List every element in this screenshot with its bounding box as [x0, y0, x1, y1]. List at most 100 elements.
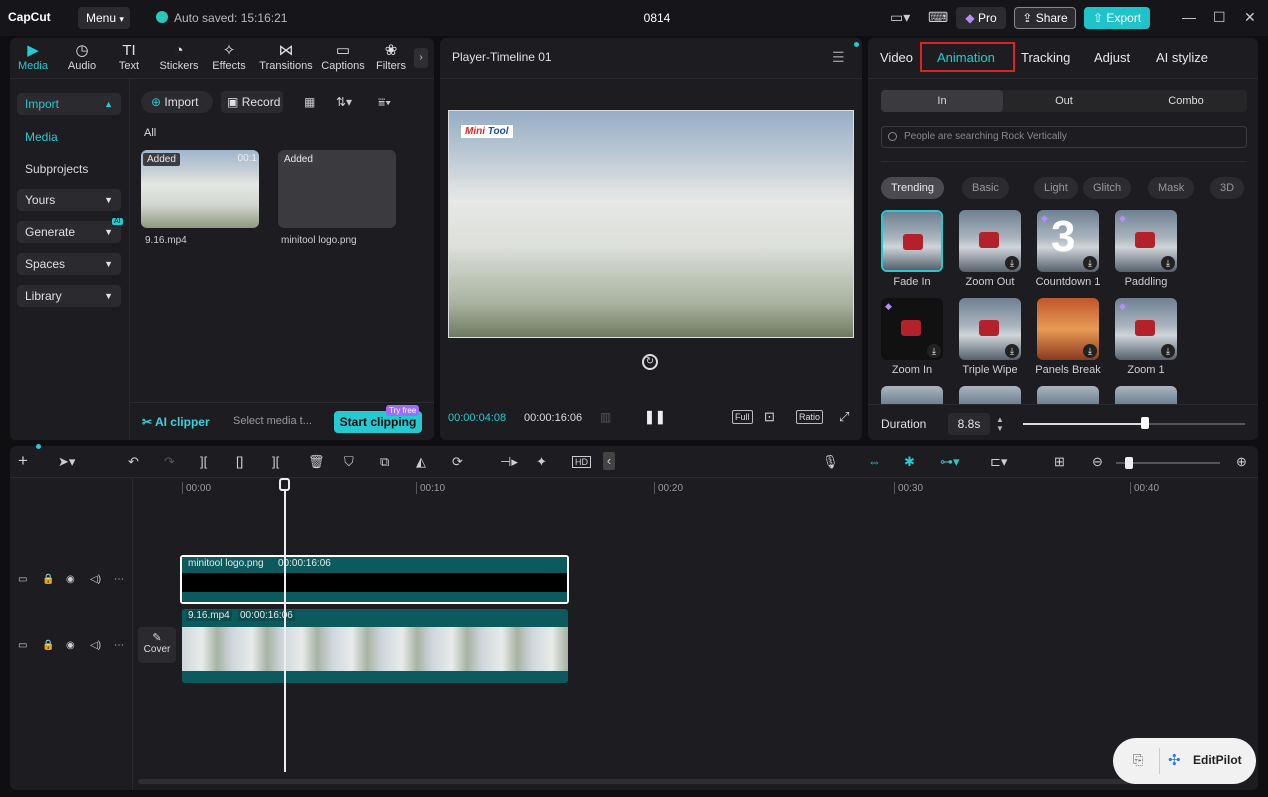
share-button[interactable]: ⇪ Share	[1014, 7, 1076, 29]
ratio-button[interactable]: Ratio	[796, 410, 824, 424]
mirror-icon[interactable]: ◭	[416, 454, 426, 470]
chip-mask[interactable]: Mask	[1148, 177, 1195, 199]
snap-icon[interactable]: ✱	[904, 454, 915, 470]
microphone-icon[interactable]: 🎙	[822, 454, 839, 470]
redo-icon[interactable]: ↷	[164, 454, 175, 470]
tab-ai-stylize[interactable]: AI stylize	[1156, 50, 1208, 65]
hamburger-menu-icon[interactable]: ☰	[832, 49, 845, 66]
marker-icon[interactable]: ⛉	[344, 454, 354, 470]
animation-card-triple-wipe[interactable]: ⤓	[959, 298, 1021, 360]
sidebar-item-import[interactable]: Import ▲	[17, 93, 121, 115]
duration-input[interactable]: 8.8s	[948, 413, 990, 435]
download-icon[interactable]: ⤓	[1161, 344, 1175, 358]
chip-3d[interactable]: 3D	[1210, 177, 1245, 199]
link-clips-icon[interactable]: ⇔	[868, 454, 881, 469]
sidebar-item-spaces[interactable]: Spaces ▼	[17, 253, 121, 275]
record-button[interactable]: ▣ Record	[221, 91, 283, 113]
media-item-video[interactable]: Added 00:1	[141, 150, 259, 228]
chip-basic[interactable]: Basic	[962, 177, 1009, 199]
preview-axis-icon[interactable]: ⊞	[1054, 454, 1065, 470]
tab-effects[interactable]: ✧ Effects	[206, 42, 252, 76]
rotate-icon[interactable]: ⟳	[452, 454, 463, 470]
freeze-icon[interactable]: ⊣▸	[500, 454, 518, 470]
playhead[interactable]	[284, 482, 286, 772]
tab-adjust[interactable]: Adjust	[1094, 50, 1130, 65]
add-icon[interactable]: +	[18, 451, 28, 471]
tab-text[interactable]: TI Text	[106, 42, 152, 76]
maximize-icon[interactable]: ☐	[1213, 9, 1226, 26]
import-button[interactable]: ⊕ Import	[141, 91, 213, 113]
animation-card-partial[interactable]	[959, 386, 1021, 404]
sidebar-item-subprojects[interactable]: Subprojects	[25, 162, 88, 176]
animation-card-panels-break[interactable]: ⤓	[1037, 298, 1099, 360]
menu-button[interactable]: Menu ▾	[78, 7, 130, 29]
animation-card-zoom-in[interactable]: ⤓ ◆	[881, 298, 943, 360]
download-icon[interactable]: ⤓	[1005, 256, 1019, 270]
tab-audio[interactable]: ◷ Audio	[58, 42, 106, 76]
zoom-slider-handle[interactable]	[1125, 457, 1133, 469]
feedback-icon[interactable]: ⎘	[1133, 752, 1143, 768]
animation-card-fade-in[interactable]	[881, 210, 943, 272]
volume-icon[interactable]: ◁)	[90, 640, 101, 651]
sort-icon[interactable]: ⇅▾	[336, 95, 352, 109]
layout-icon[interactable]: ▭▾	[890, 9, 910, 26]
eye-icon[interactable]: ◉	[66, 640, 75, 651]
more-icon[interactable]: ⋯	[114, 574, 124, 585]
pro-button[interactable]: ◆ Pro	[956, 7, 1006, 29]
eye-icon[interactable]: ◉	[66, 574, 75, 585]
zoom-in-icon[interactable]: ⊕	[1236, 454, 1247, 470]
volume-icon[interactable]: ◁)	[90, 574, 101, 585]
project-title[interactable]: 0814	[610, 11, 704, 25]
sidebar-item-library[interactable]: Library ▼	[17, 285, 121, 307]
chevron-left-icon[interactable]: ‹	[603, 452, 615, 470]
tab-media[interactable]: ▶ Media	[10, 42, 56, 76]
editpilot-widget[interactable]: ⎘ ✣ EditPilot	[1113, 738, 1256, 784]
chevron-right-icon[interactable]: ›	[414, 48, 428, 68]
sidebar-item-generate[interactable]: Generate ▼	[17, 221, 121, 243]
tab-video[interactable]: Video	[880, 50, 913, 65]
waveform-icon[interactable]: ▥	[600, 410, 611, 424]
tab-filters[interactable]: ❀ Filters	[368, 42, 414, 76]
lock-icon[interactable]: 🔒	[42, 640, 54, 651]
clip-logo-image[interactable]: minitool logo.png 00:00:16:06	[180, 555, 569, 604]
undo-icon[interactable]: ↶	[128, 454, 139, 470]
animation-card-partial[interactable]	[1037, 386, 1099, 404]
segment-out[interactable]: Out	[1003, 90, 1125, 112]
download-icon[interactable]: ⤓	[1083, 344, 1097, 358]
cursor-select-icon[interactable]: ➤▾	[58, 454, 75, 470]
zoom-fit-icon[interactable]: ⊡	[764, 409, 775, 425]
ai-clipper-label[interactable]: ✂ AI clipper	[142, 415, 210, 429]
rotate-icon[interactable]: ↻	[642, 354, 658, 370]
segment-combo[interactable]: Combo	[1125, 90, 1247, 112]
tab-animation[interactable]: Animation	[937, 50, 995, 65]
media-item-image[interactable]: Added	[278, 150, 396, 228]
close-icon[interactable]: ✕	[1244, 9, 1256, 26]
minimize-icon[interactable]: —	[1182, 9, 1196, 25]
download-icon[interactable]: ⤓	[1005, 344, 1019, 358]
keyboard-icon[interactable]: ⌨	[928, 9, 948, 26]
hd-button[interactable]: HD	[572, 456, 591, 468]
segment-in[interactable]: In	[881, 90, 1003, 112]
split-screen-icon[interactable]: ⊏▾	[990, 454, 1007, 470]
playhead-handle[interactable]	[279, 478, 290, 491]
pause-icon[interactable]: ❚❚	[644, 409, 666, 425]
chip-trending[interactable]: Trending	[881, 177, 945, 199]
horizontal-scrollbar[interactable]	[138, 779, 1238, 784]
split-left-icon[interactable]: []	[236, 454, 243, 469]
grid-view-icon[interactable]: ▦	[304, 95, 315, 109]
animation-card-zoom-1[interactable]: ⤓ ◆	[1115, 298, 1177, 360]
download-icon[interactable]: ⤓	[1083, 256, 1097, 270]
sidebar-item-media[interactable]: Media	[25, 130, 58, 144]
full-button[interactable]: Full	[732, 410, 753, 424]
chip-glitch[interactable]: Glitch	[1083, 177, 1132, 199]
animation-card-paddling[interactable]: ⤓ ◆	[1115, 210, 1177, 272]
export-button[interactable]: ⇧ Export	[1084, 7, 1150, 29]
crop-icon[interactable]: ⧉	[380, 454, 389, 470]
tab-stickers[interactable]: ◔ Stickers	[154, 42, 204, 76]
more-icon[interactable]: ⋯	[114, 640, 124, 651]
stepper-icon[interactable]: ▲ ▼	[996, 415, 1004, 433]
filter-icon[interactable]: ⩸▾	[378, 95, 391, 110]
cover-button[interactable]: ✎ Cover	[138, 627, 176, 663]
split-icon[interactable]: ][	[200, 454, 207, 469]
chain-icon[interactable]: ⊶▾	[940, 454, 960, 470]
